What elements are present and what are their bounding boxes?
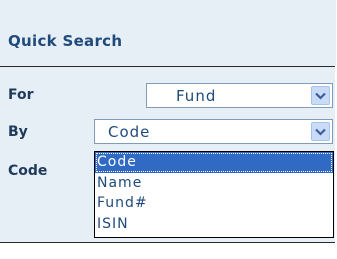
by-options-list[interactable]: Code Name Fund# ISIN	[94, 151, 334, 238]
by-select-arrow-icon[interactable]	[311, 122, 330, 141]
by-select-value: Code	[108, 123, 151, 141]
for-select[interactable]: Fund	[146, 83, 333, 108]
quick-search-header: Quick Search	[0, 0, 336, 66]
by-select[interactable]: Code	[94, 119, 333, 144]
for-label: For	[8, 87, 34, 103]
panel-title: Quick Search	[8, 32, 123, 50]
option-isin[interactable]: ISIN	[95, 214, 333, 235]
by-label: By	[8, 124, 28, 140]
option-name[interactable]: Name	[95, 173, 333, 194]
for-select-arrow-icon[interactable]	[311, 86, 330, 105]
code-label: Code	[8, 163, 48, 179]
option-code[interactable]: Code	[95, 152, 333, 173]
option-fund-number[interactable]: Fund#	[95, 193, 333, 214]
for-select-value: Fund	[176, 87, 217, 105]
quick-search-widget: Quick Search For Fund By Code Code Code …	[0, 0, 337, 259]
